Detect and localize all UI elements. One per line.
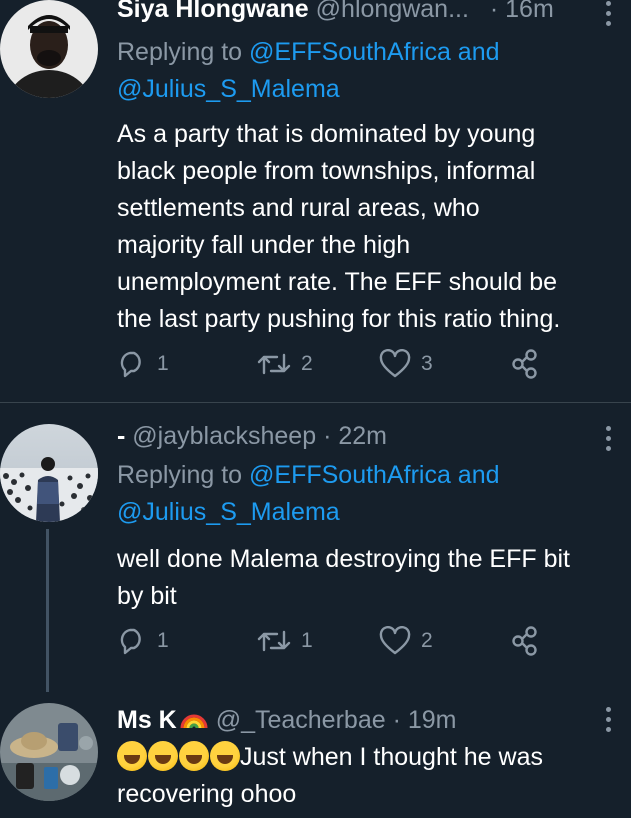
- reply-count: 1: [157, 352, 169, 375]
- timestamp[interactable]: · 16m: [490, 0, 554, 23]
- tweet-actions: 1 2 3: [117, 346, 547, 386]
- retweet-icon: [257, 630, 291, 652]
- rainbow-emoji: [180, 714, 208, 729]
- tweet-header: Siya Hlongwane @hlongwan... · 16m: [117, 0, 617, 24]
- user-handle[interactable]: @_Teacherbae: [216, 706, 386, 734]
- mention-link[interactable]: @EFFSouthAfrica and: [249, 461, 500, 489]
- user-handle[interactable]: @jayblacksheep: [132, 422, 316, 450]
- like-count: 2: [421, 629, 433, 652]
- display-name[interactable]: -: [117, 422, 125, 450]
- tweet-text: As a party that is dominated by young bl…: [117, 120, 561, 333]
- display-name[interactable]: Ms K: [117, 706, 177, 734]
- thread-line: [46, 529, 49, 692]
- reply-count: 1: [157, 629, 169, 652]
- retweet-icon: [257, 353, 291, 375]
- mention-link[interactable]: @Julius_S_Malema: [117, 498, 340, 526]
- mention-link[interactable]: @Julius_S_Malema: [117, 75, 340, 103]
- share-icon: [512, 626, 537, 656]
- timestamp[interactable]: · 19m: [393, 706, 457, 734]
- retweet-count: 2: [301, 352, 313, 375]
- display-name[interactable]: Siya Hlongwane: [117, 0, 309, 23]
- tweet[interactable]: Ms K @_Teacherbae · 19m Just when I thou…: [0, 693, 631, 818]
- rolling-on-floor-laughing-emoji: [179, 741, 209, 772]
- replying-to: Replying to @EFFSouthAfrica and: [117, 461, 500, 489]
- tweet-text: Just when I thought he was recovering oh…: [117, 741, 543, 808]
- reply-button[interactable]: 1: [117, 346, 169, 382]
- avatar[interactable]: [0, 424, 98, 522]
- share-button[interactable]: [510, 623, 540, 659]
- reply-button[interactable]: 1: [117, 623, 169, 659]
- reply-icon: [120, 628, 141, 655]
- more-icon[interactable]: [603, 0, 613, 28]
- share-icon: [512, 349, 537, 379]
- retweet-count: 1: [301, 629, 313, 652]
- like-button[interactable]: 2: [379, 623, 433, 659]
- tweet[interactable]: - @jayblacksheep · 22m Replying to @EFFS…: [0, 403, 631, 693]
- heart-icon: [379, 626, 411, 655]
- reply-icon: [120, 351, 141, 378]
- mention-link[interactable]: @EFFSouthAfrica and: [249, 38, 500, 66]
- tweet-header: - @jayblacksheep · 22m: [117, 421, 617, 451]
- avatar[interactable]: [0, 0, 98, 98]
- like-button[interactable]: 3: [379, 346, 433, 382]
- emoji-group: [117, 741, 240, 772]
- rolling-on-floor-laughing-emoji: [210, 741, 240, 772]
- user-handle[interactable]: @hlongwan...: [316, 0, 469, 23]
- more-icon[interactable]: [603, 704, 613, 734]
- tweet[interactable]: Siya Hlongwane @hlongwan... · 16m Replyi…: [0, 0, 631, 400]
- timestamp[interactable]: · 22m: [323, 422, 387, 450]
- avatar[interactable]: [0, 703, 98, 801]
- like-count: 3: [421, 352, 433, 375]
- more-icon[interactable]: [603, 423, 613, 453]
- replying-to: Replying to @EFFSouthAfrica and: [117, 38, 500, 66]
- rolling-on-floor-laughing-emoji: [117, 741, 147, 772]
- tweet-actions: 1 1 2: [117, 623, 547, 663]
- heart-icon: [379, 349, 411, 378]
- share-button[interactable]: [510, 346, 540, 382]
- retweet-button[interactable]: 1: [257, 623, 313, 659]
- tweet-header: Ms K @_Teacherbae · 19m: [117, 705, 617, 735]
- tweet-text: well done Malema destroying the EFF bit …: [117, 545, 570, 610]
- rolling-on-floor-laughing-emoji: [148, 741, 178, 772]
- retweet-button[interactable]: 2: [257, 346, 313, 382]
